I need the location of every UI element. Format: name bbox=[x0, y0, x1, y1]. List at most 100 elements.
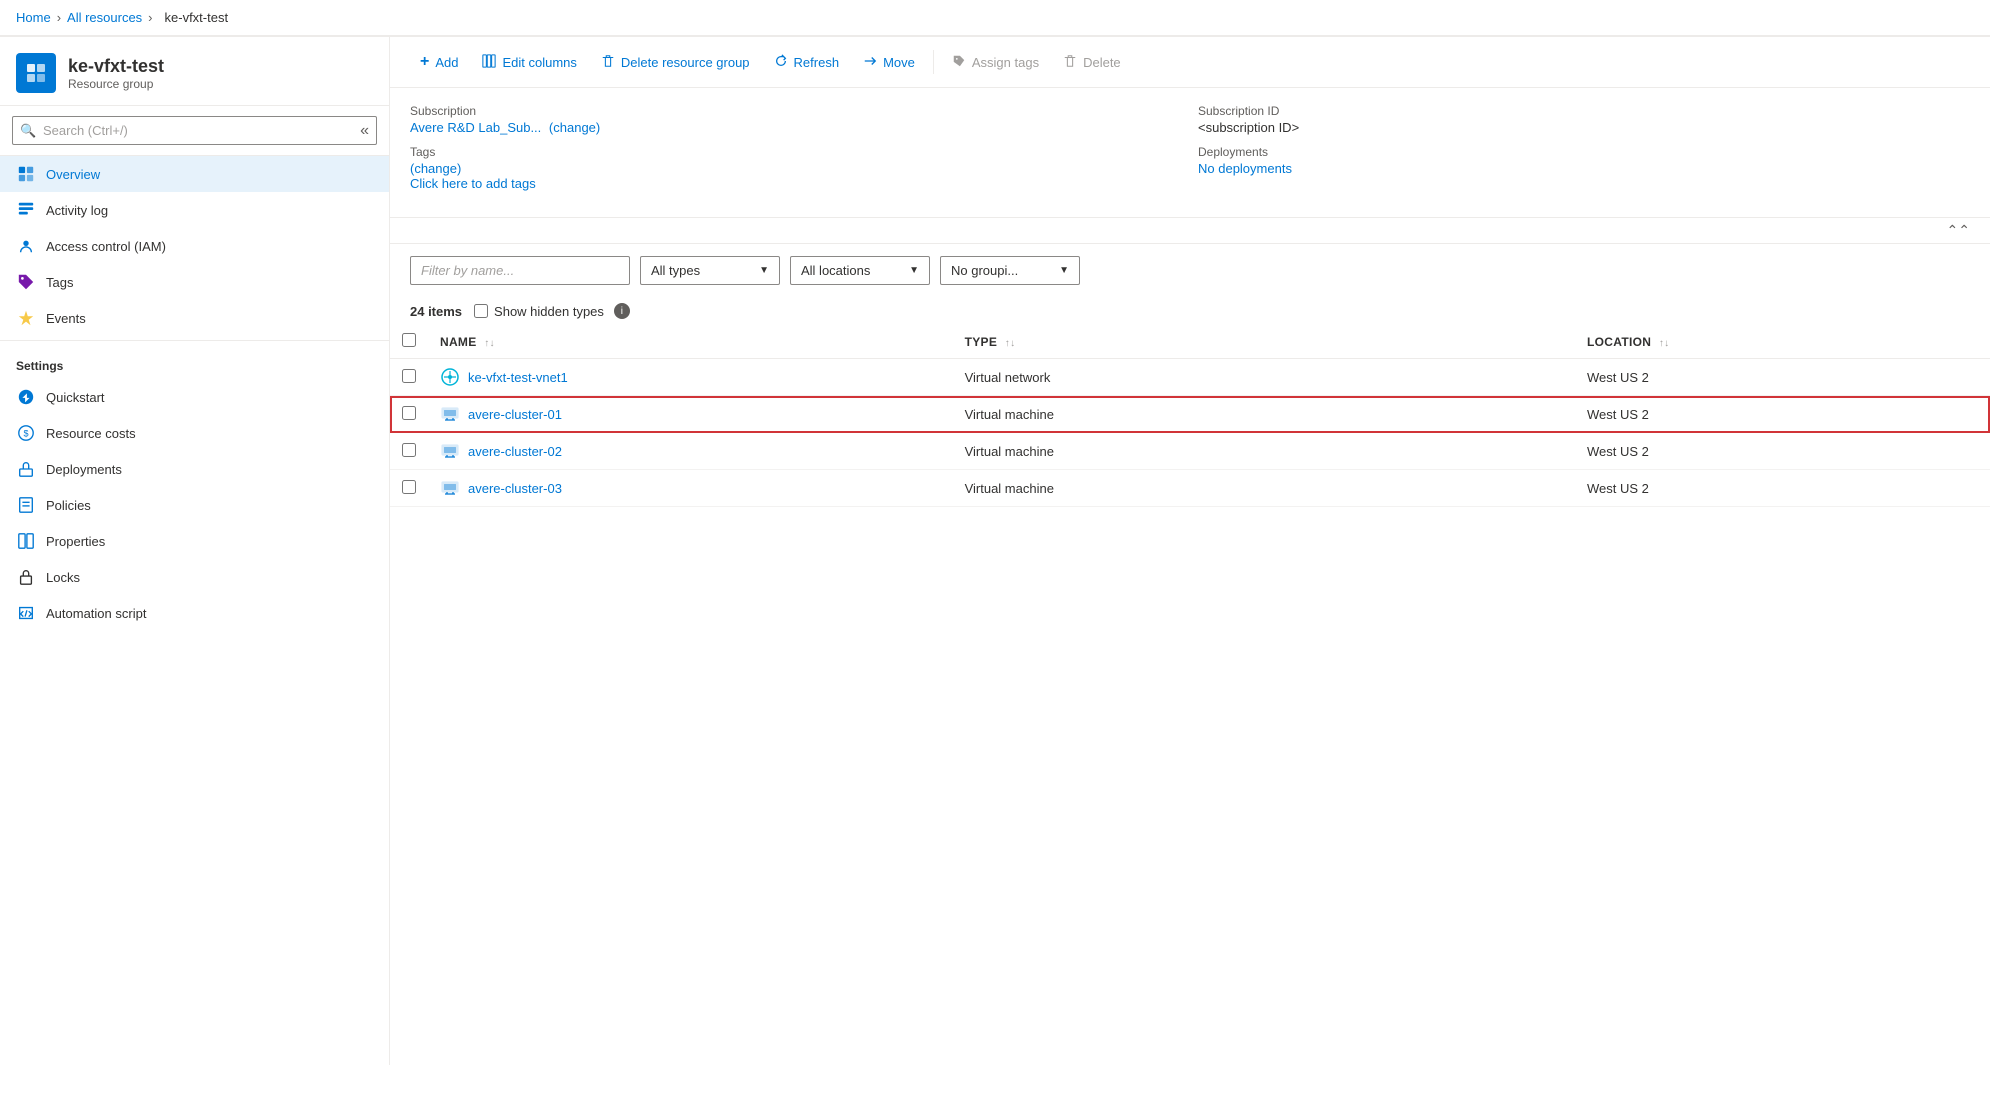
resource-type-icon bbox=[440, 441, 460, 461]
locks-icon bbox=[16, 567, 36, 587]
nav-resource-costs[interactable]: $ Resource costs bbox=[0, 415, 389, 451]
nav-locks[interactable]: Locks bbox=[0, 559, 389, 595]
resource-name-link[interactable]: avere-cluster-01 bbox=[440, 404, 941, 424]
nav-policies[interactable]: Policies bbox=[0, 487, 389, 523]
nav-activity-log[interactable]: Activity log bbox=[0, 192, 389, 228]
location-column-header[interactable]: LOCATION ↑↓ bbox=[1575, 325, 1990, 359]
resource-name-cell: ke-vfxt-test-vnet1 bbox=[428, 359, 953, 396]
search-container: 🔍 « bbox=[0, 106, 389, 156]
add-icon: + bbox=[420, 53, 429, 71]
move-icon bbox=[863, 54, 877, 71]
location-filter-dropdown[interactable]: All locations ▼ bbox=[790, 256, 930, 285]
tags-change-link[interactable]: (change) bbox=[410, 161, 461, 176]
subscription-id-label: Subscription ID bbox=[1198, 104, 1970, 118]
resource-type-cell: Virtual machine bbox=[953, 470, 1575, 507]
select-all-col bbox=[390, 325, 428, 359]
resource-location-cell: West US 2 bbox=[1575, 359, 1990, 396]
row-checkbox[interactable] bbox=[402, 480, 416, 494]
resource-group-name: ke-vfxt-test bbox=[68, 56, 164, 77]
resource-table: NAME ↑↓ TYPE ↑↓ LOCATION ↑↓ bbox=[390, 325, 1990, 507]
nav-deployments-label: Deployments bbox=[46, 462, 122, 477]
show-hidden-types-checkbox[interactable] bbox=[474, 304, 488, 318]
breadcrumb-all-resources[interactable]: All resources bbox=[67, 10, 142, 25]
refresh-button[interactable]: Refresh bbox=[764, 48, 850, 77]
deployments-link[interactable]: No deployments bbox=[1198, 161, 1292, 176]
toolbar: + Add Edit columns Delete resource group bbox=[390, 37, 1990, 88]
refresh-icon bbox=[774, 54, 788, 71]
collapse-sidebar-icon[interactable]: « bbox=[360, 122, 369, 140]
type-column-header[interactable]: TYPE ↑↓ bbox=[953, 325, 1575, 359]
search-input[interactable] bbox=[12, 116, 377, 145]
subscription-change-link[interactable]: (change) bbox=[549, 120, 600, 135]
subscription-value: Avere R&D Lab_Sub... (change) bbox=[410, 120, 1182, 135]
content-area: + Add Edit columns Delete resource group bbox=[390, 37, 1990, 1065]
table-row: ke-vfxt-test-vnet1 Virtual network West … bbox=[390, 359, 1990, 396]
svg-text:$: $ bbox=[23, 429, 28, 439]
resource-location-text: West US 2 bbox=[1587, 370, 1649, 385]
nav-overview[interactable]: Overview bbox=[0, 156, 389, 192]
row-checkbox[interactable] bbox=[402, 369, 416, 383]
nav-quickstart[interactable]: Quickstart bbox=[0, 379, 389, 415]
delete-button[interactable]: Delete bbox=[1053, 48, 1131, 77]
resource-group-icon bbox=[16, 53, 56, 93]
type-filter-chevron: ▼ bbox=[759, 265, 769, 276]
row-checkbox[interactable] bbox=[402, 443, 416, 457]
resource-type-text: Virtual network bbox=[965, 370, 1051, 385]
quickstart-icon bbox=[16, 387, 36, 407]
nav-policies-label: Policies bbox=[46, 498, 91, 513]
resource-name-link[interactable]: ke-vfxt-test-vnet1 bbox=[440, 367, 941, 387]
resource-name-link[interactable]: avere-cluster-02 bbox=[440, 441, 941, 461]
toolbar-divider bbox=[933, 50, 934, 74]
edit-columns-button[interactable]: Edit columns bbox=[472, 48, 586, 77]
add-tags-link[interactable]: Click here to add tags bbox=[410, 176, 536, 191]
subscription-link[interactable]: Avere R&D Lab_Sub... bbox=[410, 120, 541, 135]
resource-location-text: West US 2 bbox=[1587, 444, 1649, 459]
name-sort-icon[interactable]: ↑↓ bbox=[484, 338, 495, 349]
resource-type-text: Virtual machine bbox=[965, 481, 1054, 496]
type-sort-icon[interactable]: ↑↓ bbox=[1005, 338, 1016, 349]
resource-name-link[interactable]: avere-cluster-03 bbox=[440, 478, 941, 498]
nav-access-control[interactable]: Access control (IAM) bbox=[0, 228, 389, 264]
name-column-header[interactable]: NAME ↑↓ bbox=[428, 325, 953, 359]
properties-icon bbox=[16, 531, 36, 551]
nav-deployments[interactable]: Deployments bbox=[0, 451, 389, 487]
tags-label: Tags bbox=[410, 145, 1182, 159]
sidebar: ke-vfxt-test Resource group 🔍 « Overview… bbox=[0, 37, 390, 1065]
resource-type-icon bbox=[440, 478, 460, 498]
select-all-checkbox[interactable] bbox=[402, 333, 416, 347]
access-control-icon bbox=[16, 236, 36, 256]
deployments-label: Deployments bbox=[1198, 145, 1970, 159]
items-row: 24 items Show hidden types i bbox=[390, 297, 1990, 325]
tags-icon bbox=[16, 272, 36, 292]
grouping-filter-dropdown[interactable]: No groupi... ▼ bbox=[940, 256, 1080, 285]
filter-by-name-input[interactable] bbox=[410, 256, 630, 285]
type-filter-dropdown[interactable]: All types ▼ bbox=[640, 256, 780, 285]
resource-type-text: Virtual machine bbox=[965, 444, 1054, 459]
add-button[interactable]: + Add bbox=[410, 47, 468, 77]
info-icon[interactable]: i bbox=[614, 303, 630, 319]
row-checkbox-cell bbox=[390, 433, 428, 470]
grouping-filter-chevron: ▼ bbox=[1059, 265, 1069, 276]
row-checkbox[interactable] bbox=[402, 406, 416, 420]
show-hidden-types-label: Show hidden types bbox=[494, 304, 604, 319]
info-section: Subscription Avere R&D Lab_Sub... (chang… bbox=[390, 88, 1990, 218]
sidebar-header: ke-vfxt-test Resource group bbox=[0, 37, 389, 106]
breadcrumb-home[interactable]: Home bbox=[16, 10, 51, 25]
nav-tags[interactable]: Tags bbox=[0, 264, 389, 300]
assign-tags-button[interactable]: Assign tags bbox=[942, 48, 1049, 77]
table-row: avere-cluster-01 Virtual machine West US… bbox=[390, 396, 1990, 433]
nav-tags-label: Tags bbox=[46, 275, 73, 290]
nav-events[interactable]: Events bbox=[0, 300, 389, 336]
nav-automation-script[interactable]: Automation script bbox=[0, 595, 389, 631]
location-filter-chevron: ▼ bbox=[909, 265, 919, 276]
move-button[interactable]: Move bbox=[853, 48, 925, 77]
assign-tags-icon bbox=[952, 54, 966, 71]
resource-location-text: West US 2 bbox=[1587, 481, 1649, 496]
collapse-info-button[interactable]: ⌃⌃ bbox=[1947, 222, 1970, 239]
resource-location-cell: West US 2 bbox=[1575, 470, 1990, 507]
location-sort-icon[interactable]: ↑↓ bbox=[1659, 338, 1670, 349]
nav-properties[interactable]: Properties bbox=[0, 523, 389, 559]
table-header-row: NAME ↑↓ TYPE ↑↓ LOCATION ↑↓ bbox=[390, 325, 1990, 359]
delete-resource-group-button[interactable]: Delete resource group bbox=[591, 48, 760, 77]
nav-access-control-label: Access control (IAM) bbox=[46, 239, 166, 254]
